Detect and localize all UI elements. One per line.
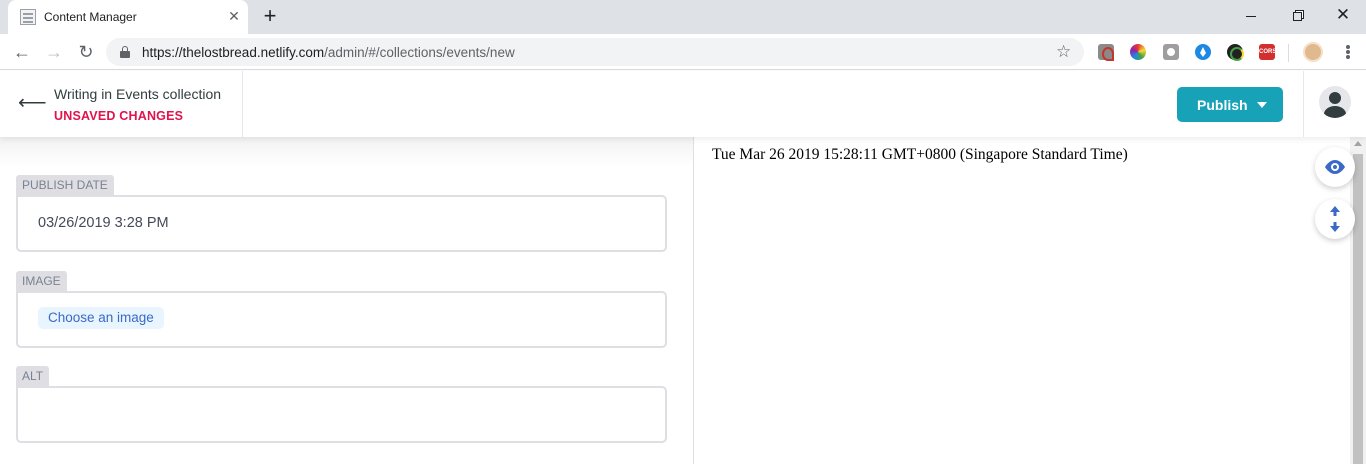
caret-down-icon: [1257, 102, 1267, 108]
editor-pane: PUBLISH DATE 03/26/2019 3:28 PM IMAGE Ch…: [0, 137, 694, 464]
alt-input[interactable]: [16, 386, 667, 443]
image-input: Choose an image: [16, 291, 667, 348]
bookmark-star-icon[interactable]: ☆: [1056, 42, 1071, 62]
lock-icon[interactable]: [120, 46, 130, 58]
forward-arrow-icon[interactable]: →: [42, 40, 66, 64]
profile-avatar-icon[interactable]: [1303, 42, 1323, 62]
choose-image-button[interactable]: Choose an image: [38, 307, 164, 329]
dropper-extension-icon[interactable]: [1195, 44, 1211, 60]
publish-date-input[interactable]: 03/26/2019 3:28 PM: [16, 195, 667, 252]
browser-menu-icon[interactable]: [1340, 40, 1356, 64]
back-arrow-icon[interactable]: ←: [10, 40, 34, 64]
preview-scrollbar[interactable]: [1350, 137, 1366, 464]
color-picker-extension-icon[interactable]: [1130, 44, 1146, 60]
pdf-extension-icon[interactable]: [1098, 44, 1114, 61]
header-divider-right: [1303, 71, 1304, 137]
publish-label: Publish: [1197, 97, 1248, 113]
toggle-preview-button[interactable]: [1315, 147, 1355, 187]
url-text[interactable]: https://thelostbread.netlify.com/admin/#…: [142, 45, 515, 60]
publish-date-value: 03/26/2019 3:28 PM: [38, 215, 169, 231]
header-title: Writing in Events collection: [54, 86, 222, 102]
user-avatar-icon[interactable]: [1319, 86, 1351, 118]
tab-title: Content Manager: [44, 10, 137, 24]
reload-icon[interactable]: ↻: [74, 40, 98, 64]
toolbar-divider: [1288, 44, 1289, 62]
eye-icon: [1325, 160, 1345, 174]
publish-button[interactable]: Publish: [1177, 87, 1283, 122]
publish-date-label: PUBLISH DATE: [16, 175, 114, 195]
alt-label: ALT: [16, 366, 50, 386]
ring-extension-icon[interactable]: [1227, 44, 1244, 61]
unsaved-status: UNSAVED CHANGES: [54, 109, 184, 123]
close-window-button[interactable]: ✕: [1320, 0, 1366, 30]
sync-scroll-button[interactable]: [1315, 199, 1355, 239]
cors-extension-icon[interactable]: CORS: [1259, 44, 1276, 60]
header-divider: [242, 71, 243, 137]
new-tab-icon[interactable]: +: [258, 4, 282, 28]
preview-text: Tue Mar 26 2019 15:28:11 GMT+0800 (Singa…: [712, 146, 1128, 163]
browser-tab[interactable]: Content Manager ✕: [8, 0, 248, 34]
tab-strip: Content Manager ✕ + ✕: [0, 0, 1366, 34]
scroll-up-icon[interactable]: [1354, 141, 1362, 146]
scroll-thumb[interactable]: [1353, 154, 1363, 464]
browser-toolbar: ← → ↻ https://thelostbread.netlify.com/a…: [0, 34, 1366, 70]
close-tab-icon[interactable]: ✕: [226, 8, 242, 24]
camera-extension-icon[interactable]: [1163, 44, 1179, 60]
sync-scroll-icon: [1330, 206, 1340, 232]
back-to-collection-icon[interactable]: ⟵: [18, 93, 47, 113]
preview-pane: Tue Mar 26 2019 15:28:11 GMT+0800 (Singa…: [694, 137, 1350, 464]
restore-window-button[interactable]: [1274, 0, 1320, 30]
minimize-window-button[interactable]: [1228, 0, 1274, 30]
image-label: IMAGE: [16, 271, 67, 291]
page-favicon-icon: [20, 9, 36, 25]
address-bar[interactable]: https://thelostbread.netlify.com/admin/#…: [106, 38, 1084, 66]
editor-header: ⟵ Writing in Events collection UNSAVED C…: [0, 71, 1366, 137]
